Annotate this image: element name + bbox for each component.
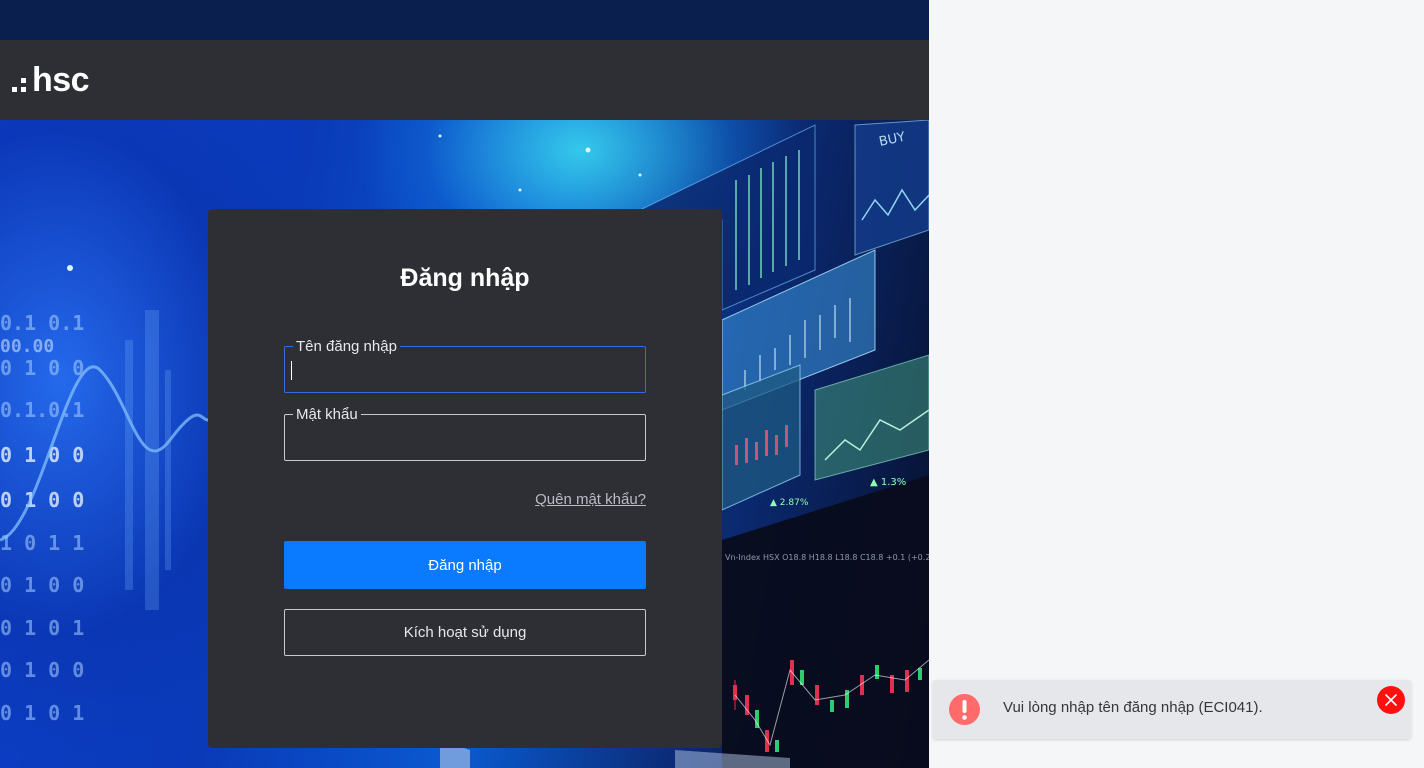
activate-button[interactable]: Kích hoạt sử dụng xyxy=(284,609,646,656)
top-strip xyxy=(0,0,929,40)
text-caret xyxy=(291,361,292,380)
login-title: Đăng nhập xyxy=(400,264,530,292)
close-icon xyxy=(1385,694,1397,706)
logo-dots-icon xyxy=(12,78,26,92)
login-button[interactable]: Đăng nhập xyxy=(284,541,646,589)
header-bar: hsc xyxy=(0,40,929,120)
password-input[interactable] xyxy=(285,415,645,460)
toast-message: Vui lòng nhập tên đăng nhập (ECI041). xyxy=(1003,699,1263,716)
svg-text:1 0 1 1: 1 0 1 1 xyxy=(0,531,84,555)
svg-text:▲ 1.3%: ▲ 1.3% xyxy=(870,477,906,488)
svg-text:0.1 0.1: 0.1 0.1 xyxy=(0,311,84,335)
username-field[interactable]: Tên đăng nhập xyxy=(284,338,646,393)
svg-text:0 1 0 1: 0 1 0 1 xyxy=(0,701,84,725)
svg-text:0 1 0 0: 0 1 0 0 xyxy=(0,488,84,512)
right-blank-pane xyxy=(929,0,1424,768)
svg-text:0.1.0.1: 0.1.0.1 xyxy=(0,398,84,422)
svg-text:0 1 0 0: 0 1 0 0 xyxy=(0,443,84,467)
svg-text:0 1 0 1: 0 1 0 1 xyxy=(0,616,84,640)
app-window: hsc 0.1 0.1 00.00 0 1 0 0 0.1.0.1 0 1 0 … xyxy=(0,0,929,768)
forgot-password-link[interactable]: Quên mật khẩu? xyxy=(535,491,646,508)
svg-text:0 1 0 0: 0 1 0 0 xyxy=(0,658,84,682)
svg-text:00.00: 00.00 xyxy=(0,336,54,357)
svg-text:0 1 0 0: 0 1 0 0 xyxy=(0,356,84,380)
password-field[interactable]: Mật khẩu xyxy=(284,406,646,461)
svg-text:▲ 2.87%: ▲ 2.87% xyxy=(770,498,809,508)
exclamation-icon xyxy=(949,694,980,725)
username-input[interactable] xyxy=(285,347,645,392)
logo-text: hsc xyxy=(32,61,90,99)
hsc-logo[interactable]: hsc xyxy=(12,61,90,99)
error-toast: Vui lòng nhập tên đăng nhập (ECI041). xyxy=(933,680,1411,739)
svg-text:Vn-Index HSX O18.8 H18.8 L18.: Vn-Index HSX O18.8 H18.8 L18.8 C18.8 +0.… xyxy=(725,553,929,562)
login-card: Đăng nhập Tên đăng nhập Mật khẩu Quên mậ… xyxy=(208,209,722,748)
toast-close-button[interactable] xyxy=(1377,686,1405,714)
svg-text:0 1 0 0: 0 1 0 0 xyxy=(0,573,84,597)
